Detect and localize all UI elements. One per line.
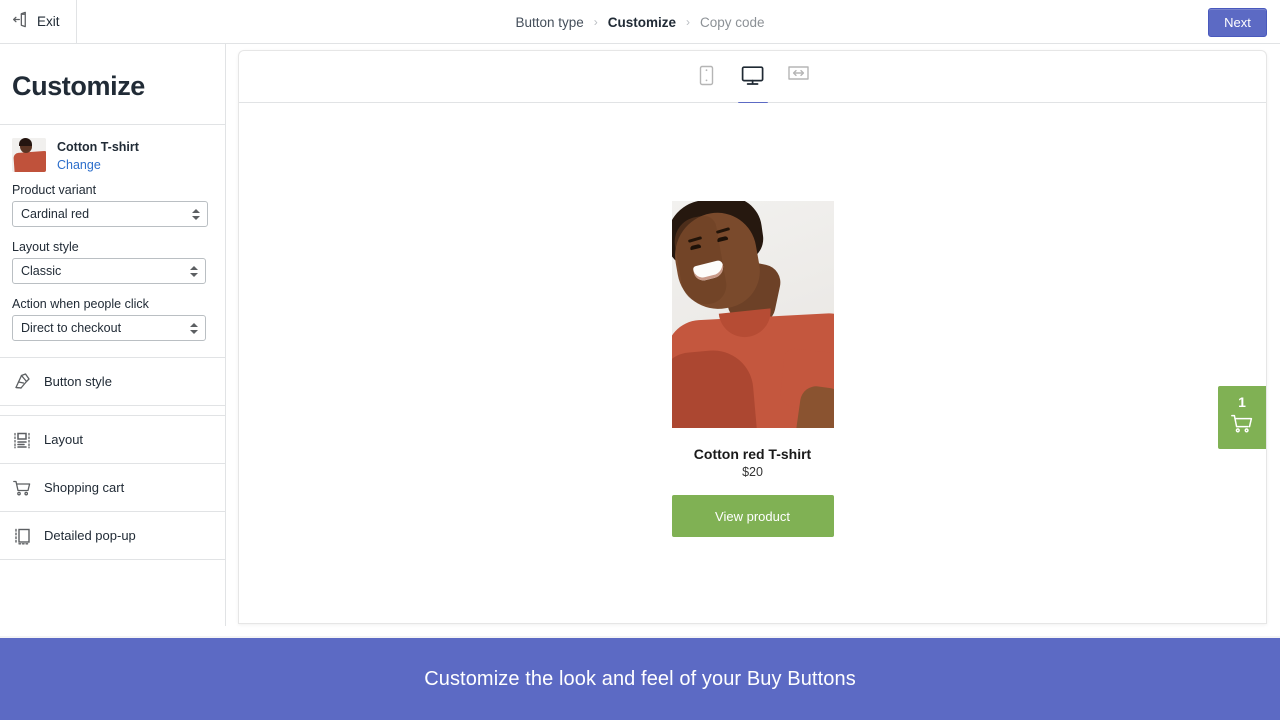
product-name: Cotton T-shirt	[57, 140, 139, 154]
desktop-icon	[741, 65, 764, 89]
breadcrumb-item-copy-code[interactable]: Copy code	[700, 15, 765, 30]
breadcrumb-item-customize[interactable]: Customize	[608, 15, 676, 30]
exit-door-icon	[12, 11, 29, 33]
layout-style-select-wrap: Classic	[12, 258, 206, 284]
sidebar-spacer	[0, 406, 225, 416]
sidebar-item-label: Layout	[44, 432, 84, 447]
preview-stage: Cotton red T-shirt $20 View product 1	[239, 103, 1266, 623]
click-action-label: Action when people click	[12, 297, 149, 311]
mobile-icon	[698, 65, 715, 89]
sidebar-item-label: Button style	[44, 374, 112, 389]
click-action-select[interactable]: Direct to checkout	[12, 315, 206, 341]
selected-product-section: Cotton T-shirt Change	[0, 125, 225, 174]
page-title: Customize	[12, 71, 145, 101]
sidebar-item-shopping-cart[interactable]: Shopping cart	[0, 464, 225, 512]
customize-buy-button-app: Exit Button type › Customize › Copy code…	[0, 0, 1280, 720]
field-click-action: Action when people click Direct to check…	[12, 297, 213, 341]
product-options-section: Product variant Cardinal red Layout styl…	[0, 174, 225, 357]
sidebar-item-detailed-popup[interactable]: Detailed pop-up	[0, 512, 225, 560]
sidebar-item-label: Shopping cart	[44, 480, 125, 495]
exit-label: Exit	[37, 14, 60, 29]
cart-count: 1	[1238, 394, 1246, 410]
preview-product-title: Cotton red T-shirt	[693, 446, 812, 462]
product-variant-select-wrap: Cardinal red	[12, 201, 208, 227]
layout-style-label: Layout style	[12, 240, 79, 254]
layout-style-select[interactable]: Classic	[12, 258, 206, 284]
preview-product-price: $20	[742, 465, 763, 479]
footer-banner-text: Customize the look and feel of your Buy …	[424, 667, 856, 690]
sidebar-item-button-style[interactable]: Button style	[0, 358, 225, 406]
product-variant-select[interactable]: Cardinal red	[12, 201, 208, 227]
breadcrumb: Button type › Customize › Copy code	[0, 0, 1280, 44]
device-toggle-bar	[239, 51, 1266, 105]
shopping-cart-icon	[1230, 413, 1254, 440]
layout-grid-icon	[12, 430, 32, 450]
click-action-select-wrap: Direct to checkout	[12, 315, 206, 341]
cart-widget[interactable]: 1	[1218, 386, 1266, 449]
preview-card: Cotton red T-shirt $20 View product 1	[238, 50, 1267, 624]
footer-banner: Customize the look and feel of your Buy …	[0, 638, 1280, 720]
next-button[interactable]: Next	[1208, 8, 1267, 37]
popup-window-icon	[12, 526, 32, 546]
product-thumbnail	[12, 138, 46, 172]
product-preview-block: Cotton red T-shirt $20 View product	[239, 201, 1266, 537]
field-product-variant: Product variant Cardinal red	[12, 183, 213, 227]
product-image	[671, 201, 834, 428]
product-variant-label: Product variant	[12, 183, 97, 197]
view-product-button[interactable]: View product	[671, 495, 834, 537]
sidebar-item-layout[interactable]: Layout	[0, 416, 225, 464]
sidebar: Customize Cotton T-shirt Change Product …	[0, 44, 226, 626]
device-toggle-full-width[interactable]	[782, 61, 816, 103]
shopping-cart-icon	[12, 478, 32, 498]
paint-roller-icon	[12, 372, 32, 392]
device-toggle-desktop[interactable]	[736, 61, 770, 105]
field-layout-style: Layout style Classic	[12, 240, 213, 284]
exit-button[interactable]: Exit	[0, 0, 77, 44]
full-width-icon	[787, 65, 810, 87]
breadcrumb-separator-2: ›	[686, 15, 691, 29]
top-bar: Exit Button type › Customize › Copy code…	[0, 0, 1280, 44]
breadcrumb-separator-1: ›	[593, 15, 598, 29]
change-product-link[interactable]: Change	[57, 156, 139, 174]
device-toggle-mobile[interactable]	[690, 61, 724, 103]
breadcrumb-item-button-type[interactable]: Button type	[515, 15, 583, 30]
sidebar-item-label: Detailed pop-up	[44, 528, 136, 543]
